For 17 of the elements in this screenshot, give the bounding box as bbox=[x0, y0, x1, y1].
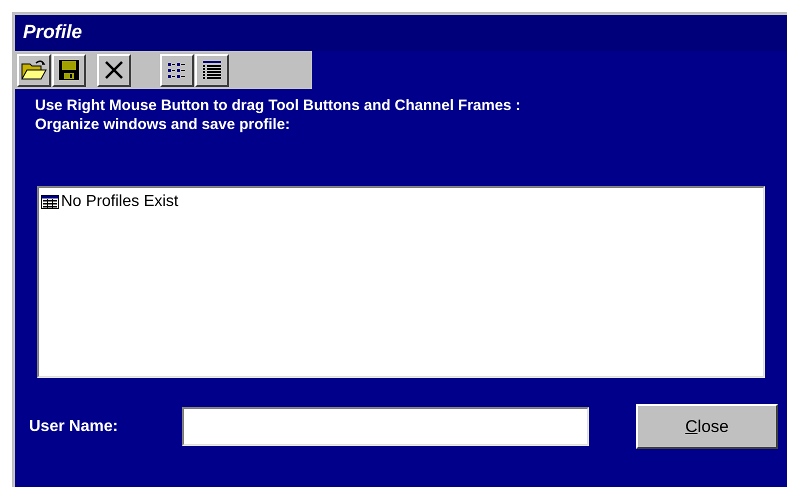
table-icon bbox=[41, 195, 59, 209]
open-button[interactable] bbox=[17, 54, 51, 86]
save-button[interactable] bbox=[52, 54, 86, 86]
delete-button[interactable] bbox=[97, 54, 131, 86]
close-icon bbox=[103, 59, 125, 81]
details-button[interactable] bbox=[195, 54, 229, 86]
close-button[interactable]: Close bbox=[636, 404, 778, 449]
user-name-field[interactable] bbox=[182, 407, 589, 446]
list-item[interactable]: No Profiles Exist bbox=[61, 190, 178, 214]
table-icon bbox=[201, 59, 223, 81]
instruction-text: Organize windows and save profile: bbox=[35, 115, 292, 134]
folder-icon bbox=[21, 59, 47, 81]
list-button[interactable] bbox=[160, 54, 194, 86]
profile-list[interactable]: No Profiles Exist bbox=[37, 186, 765, 378]
window-title: Profile bbox=[23, 20, 82, 45]
instruction-text: Use Right Mouse Button to drag Tool Buttons and Channel Frames : bbox=[35, 96, 522, 115]
user-name-label: User Name: bbox=[29, 416, 119, 436]
